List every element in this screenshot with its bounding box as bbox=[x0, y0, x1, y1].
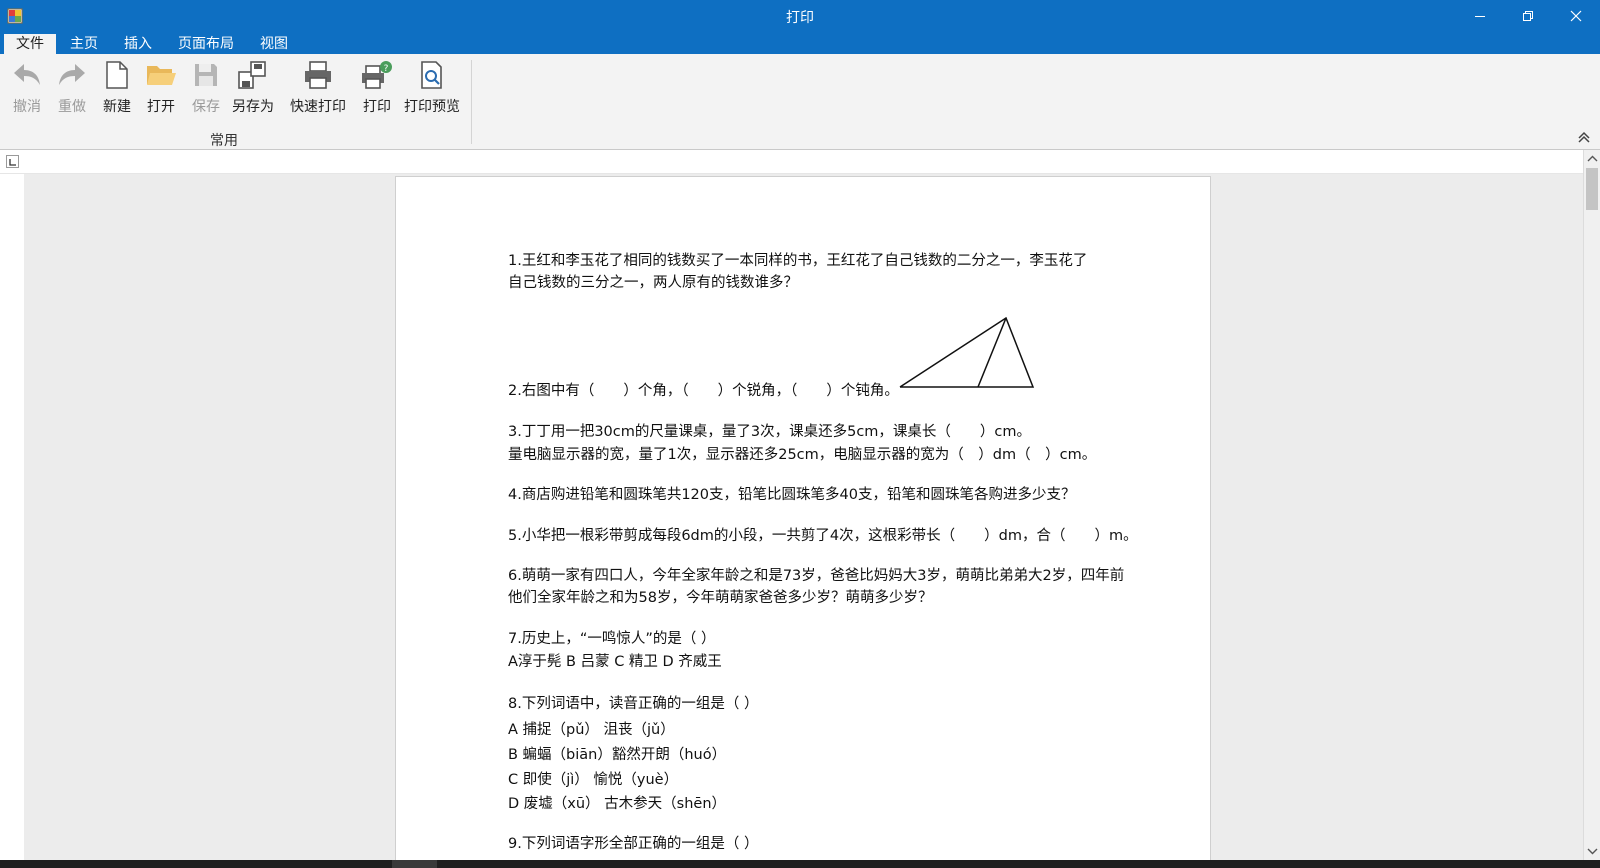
new-document-icon bbox=[100, 58, 134, 92]
question-8-option-b: B 蝙蝠（biān）豁然开朗（huó） bbox=[508, 747, 727, 763]
ribbon-group-separator bbox=[471, 60, 472, 144]
chevron-down-icon bbox=[1587, 848, 1598, 855]
print-preview-label: 打印预览 bbox=[404, 99, 460, 115]
question-1-line-1: 1.王红和李玉花了相同的钱数买了一本同样的书，王红花了自己钱数的二分之一，李玉花… bbox=[508, 253, 1088, 269]
chevron-up-icon bbox=[1587, 155, 1598, 162]
question-8-option-a: A 捕捉（pǔ） 沮丧（jǔ） bbox=[508, 722, 675, 738]
ribbon-group-label: 常用 bbox=[210, 133, 238, 149]
scroll-down-button[interactable] bbox=[1584, 844, 1600, 858]
minimize-icon bbox=[1475, 16, 1485, 17]
chevron-up-icon bbox=[1578, 131, 1590, 143]
save-icon bbox=[189, 58, 223, 92]
close-icon bbox=[1570, 10, 1582, 22]
triangle-figure bbox=[899, 316, 1035, 388]
scroll-up-button[interactable] bbox=[1584, 152, 1600, 166]
title-bar: 打印 bbox=[0, 0, 1600, 32]
question-7: 7.历史上，“一鸣惊人”的是（ ） bbox=[508, 631, 716, 647]
redo-icon bbox=[55, 58, 89, 92]
document-workspace: 1.王红和李玉花了相同的钱数买了一本同样的书，王红花了自己钱数的二分之一，李玉花… bbox=[24, 174, 1583, 860]
tab-home[interactable]: 主页 bbox=[58, 34, 110, 54]
vertical-scrollbar[interactable] bbox=[1583, 150, 1600, 860]
taskbar bbox=[0, 860, 1600, 868]
question-5: 5.小华把一根彩带剪成每段6dm的小段，一共剪了4次，这根彩带长（ ）dm，合（… bbox=[508, 528, 1138, 544]
restore-icon bbox=[1523, 11, 1533, 21]
tab-stop-selector[interactable] bbox=[6, 155, 19, 168]
new-button[interactable]: 新建 bbox=[100, 58, 134, 118]
tab-file[interactable]: 文件 bbox=[4, 34, 56, 54]
question-6-line-2: 他们全家年龄之和为58岁，今年萌萌家爸爸多少岁？萌萌多少岁？ bbox=[508, 590, 933, 606]
print-label: 打印 bbox=[363, 99, 391, 115]
print-preview-button[interactable]: 打印预览 bbox=[404, 58, 460, 118]
print-preview-icon bbox=[415, 58, 449, 92]
open-button[interactable]: 打开 bbox=[144, 58, 178, 118]
open-label: 打开 bbox=[147, 99, 175, 115]
question-8-option-d: D 废墟（xū） 古木参天（shēn） bbox=[508, 796, 727, 812]
taskbar-active-item[interactable] bbox=[392, 860, 437, 868]
quick-print-label: 快速打印 bbox=[290, 99, 346, 115]
redo-button[interactable]: 重做 bbox=[55, 58, 89, 118]
document-page[interactable]: 1.王红和李玉花了相同的钱数买了一本同样的书，王红花了自己钱数的二分之一，李玉花… bbox=[395, 176, 1211, 860]
undo-label: 撤消 bbox=[13, 99, 41, 115]
question-2: 2.右图中有（ ）个角，（ ）个锐角，（ ）个钝角。 bbox=[508, 383, 899, 399]
window-title: 打印 bbox=[786, 10, 814, 26]
open-folder-icon bbox=[144, 58, 178, 92]
left-tab-icon bbox=[9, 159, 16, 166]
question-1-line-2: 自己钱数的三分之一，两人原有的钱数谁多？ bbox=[508, 275, 798, 291]
svg-text:?: ? bbox=[384, 64, 389, 74]
undo-button[interactable]: 撤消 bbox=[10, 58, 44, 118]
tab-page-layout[interactable]: 页面布局 bbox=[166, 34, 246, 54]
restore-button[interactable] bbox=[1504, 0, 1552, 32]
save-as-label: 另存为 bbox=[232, 99, 274, 115]
save-as-icon bbox=[236, 58, 270, 92]
quick-print-button[interactable]: 快速打印 bbox=[290, 58, 346, 118]
collapse-ribbon-button[interactable] bbox=[1576, 128, 1592, 144]
question-8-option-c: C 即使（jì） 愉悦（yuè） bbox=[508, 772, 679, 788]
save-as-button[interactable]: 另存为 bbox=[232, 58, 274, 118]
scroll-thumb[interactable] bbox=[1586, 168, 1598, 210]
question-4: 4.商店购进铅笔和圆珠笔共120支，铅笔比圆珠笔多40支，铅笔和圆珠笔各购进多少… bbox=[508, 487, 1076, 503]
undo-icon bbox=[10, 58, 44, 92]
save-button[interactable]: 保存 bbox=[189, 58, 223, 118]
save-label: 保存 bbox=[192, 99, 220, 115]
question-3-line-2: 量电脑显示器的宽，量了1次，显示器还多25cm，电脑显示器的宽为（ ）dm（ ）… bbox=[508, 447, 1097, 463]
question-3-line-1: 3.丁丁用一把30cm的尺量课桌，量了3次，课桌还多5cm，课桌长（ ）cm。 bbox=[508, 424, 1032, 440]
quick-print-icon bbox=[301, 58, 335, 92]
menu-bar: 文件 主页 插入 页面布局 视图 bbox=[0, 32, 1600, 54]
vertical-ruler bbox=[0, 174, 24, 860]
question-9: 9.下列词语字形全部正确的一组是（ ） bbox=[508, 836, 759, 852]
ruler-strip bbox=[0, 150, 1583, 174]
question-8: 8.下列词语中，读音正确的一组是（ ） bbox=[508, 696, 759, 712]
tab-view[interactable]: 视图 bbox=[248, 34, 300, 54]
close-button[interactable] bbox=[1552, 0, 1600, 32]
tab-insert[interactable]: 插入 bbox=[112, 34, 164, 54]
print-button[interactable]: ? 打印 bbox=[360, 58, 394, 118]
redo-label: 重做 bbox=[58, 99, 86, 115]
minimize-button[interactable] bbox=[1456, 0, 1504, 32]
print-icon: ? bbox=[360, 58, 394, 92]
question-7-options: A淳于髡 B 吕蒙 C 精卫 D 齐威王 bbox=[508, 654, 722, 670]
ribbon: 撤消 重做 新建 打开 保存 另存为 快速打印 ? 打印 打印预览 常用 bbox=[0, 54, 1600, 150]
new-label: 新建 bbox=[103, 99, 131, 115]
question-6-line-1: 6.萌萌一家有四口人，今年全家年龄之和是73岁，爸爸比妈妈大3岁，萌萌比弟弟大2… bbox=[508, 568, 1125, 584]
